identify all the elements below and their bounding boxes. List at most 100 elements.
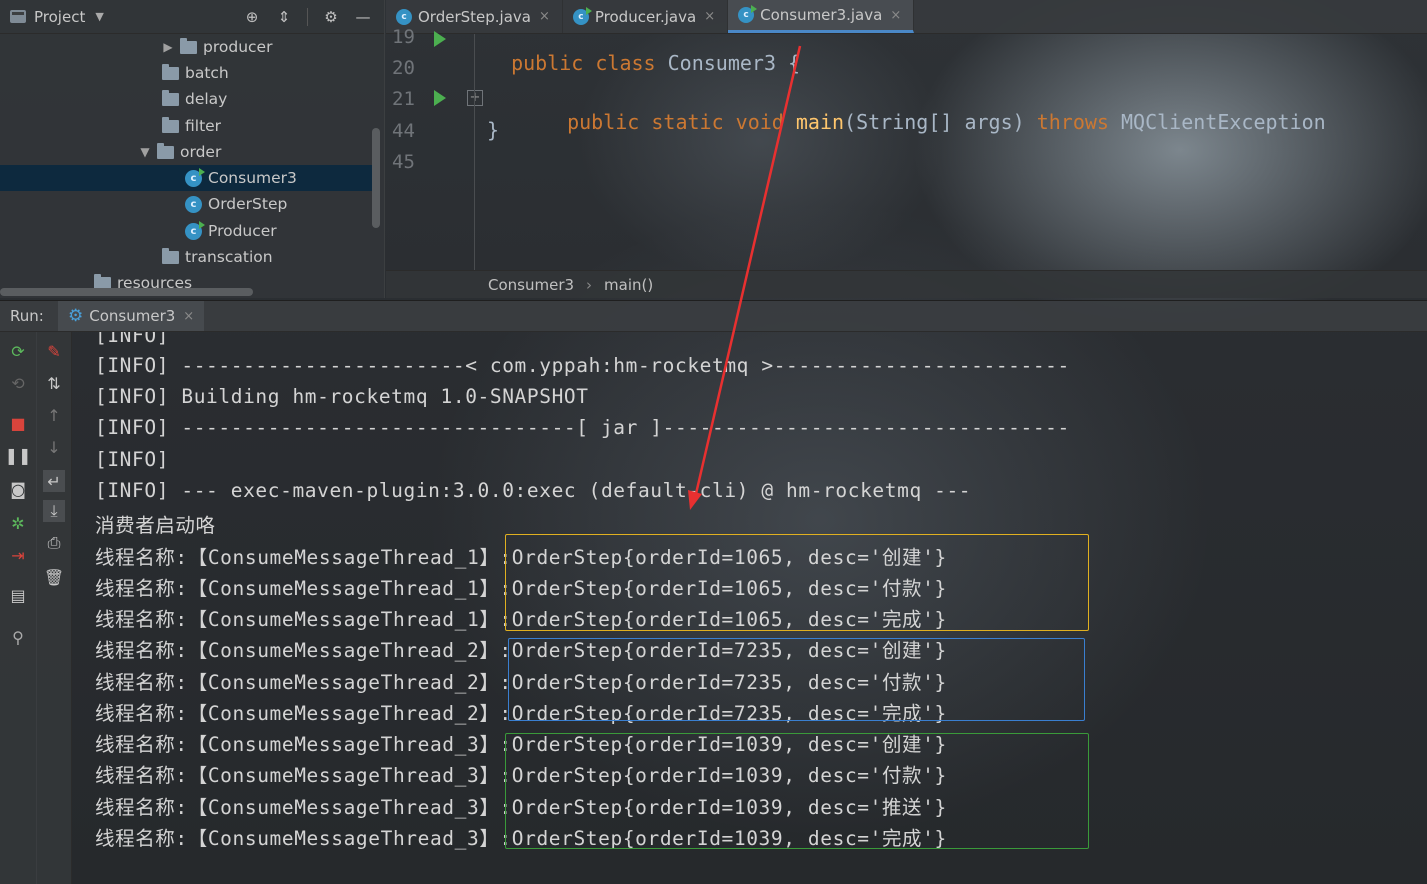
console-line: 消费者启动咯: [95, 514, 216, 537]
arrow-up-icon[interactable]: ↑: [43, 404, 65, 426]
tree-item-label: producer: [203, 38, 273, 56]
run-toolbar: ⟳ ⟲ ■ ❚❚ ◙ ✲ ⇥ ▤ ⚲ ✎ ⇅ ↑ ↓ ↵ ⤓ ⎙ 🗑: [0, 332, 72, 884]
run-config-gear-icon: ⚙: [68, 306, 84, 326]
expand-fold-icon[interactable]: +: [467, 90, 483, 106]
chevron-right-icon[interactable]: ▶: [160, 40, 176, 54]
soft-wrap-icon[interactable]: ↵: [43, 470, 65, 492]
tree-item-label: Producer: [208, 222, 277, 240]
java-class-icon: c: [185, 167, 205, 187]
line-number: 20: [392, 57, 415, 79]
project-header: Project ▼ ⊕ ⇕ ⚙ —: [0, 0, 384, 34]
line-number: 19: [392, 26, 415, 48]
editor-gutter: 19 20 21 44 45: [386, 26, 478, 270]
console-line: [INFO] --------------------------------[…: [95, 416, 1070, 439]
tree-item-label: batch: [185, 64, 229, 82]
tree-item-filter[interactable]: filter: [162, 113, 221, 139]
run-tab-label: Consumer3: [89, 307, 176, 325]
java-class-icon: c: [572, 6, 592, 25]
arrow-down-icon[interactable]: ↓: [43, 436, 65, 458]
collapse-all-icon[interactable]: ⇕: [275, 8, 293, 26]
folder-icon: [157, 142, 174, 159]
tree-item-label: order: [180, 143, 222, 161]
minimize-icon[interactable]: —: [354, 8, 372, 26]
tree-item-delay[interactable]: delay: [162, 86, 227, 112]
tree-item-label: filter: [185, 117, 222, 135]
tab-label: Producer.java: [594, 7, 697, 26]
console-line: [INFO]: [95, 448, 170, 471]
java-class-icon: c: [738, 5, 758, 23]
tree-item-consumer3[interactable]: c Consumer3: [0, 165, 380, 191]
code-line-21[interactable]: public static void main(String[] args) t…: [543, 86, 1326, 134]
tree-item-label: delay: [185, 90, 228, 108]
close-icon[interactable]: ×: [183, 309, 194, 324]
tree-item-order[interactable]: ▼ order: [137, 139, 221, 165]
console-line: [INFO] Building hm-rocketmq 1.0-SNAPSHOT: [95, 385, 589, 408]
tree-item-orderstep[interactable]: c OrderStep: [185, 191, 287, 217]
folder-icon: [162, 116, 179, 133]
line-number: 44: [392, 120, 415, 142]
highlight-box-thread-2: [508, 638, 1085, 721]
scroll-to-end-icon[interactable]: ⤓: [43, 500, 65, 522]
line-number: 21: [392, 88, 415, 110]
run-gutter-icon[interactable]: [434, 31, 446, 47]
tree-item-label: transcation: [185, 248, 273, 266]
close-icon[interactable]: ×: [539, 9, 550, 24]
chevron-down-icon[interactable]: ▼: [137, 145, 153, 159]
tree-item-producer[interactable]: ▶ producer: [160, 34, 272, 60]
pin-icon[interactable]: ⚲: [7, 626, 29, 648]
console-line: [INFO] -----------------------< com.yppa…: [95, 354, 1070, 377]
print-icon[interactable]: ⎙: [43, 532, 65, 554]
tree-item-transcation[interactable]: transcation: [162, 244, 273, 270]
tab-consumer3-java[interactable]: c Consumer3.java ×: [728, 0, 915, 33]
java-class-icon: c: [185, 220, 205, 240]
layout-icon[interactable]: ▤: [7, 584, 29, 606]
folder-icon: [162, 89, 179, 106]
folder-icon: [162, 63, 179, 80]
highlight-box-thread-3: [505, 733, 1089, 849]
tab-label: OrderStep.java: [418, 7, 531, 26]
rerun-icon[interactable]: ⟳: [7, 340, 29, 362]
folder-icon: [180, 37, 197, 54]
run-label: Run:: [10, 307, 44, 325]
debug-settings-icon[interactable]: ✲: [7, 512, 29, 534]
tree-item-label: Consumer3: [208, 169, 297, 187]
stop-icon[interactable]: ■: [7, 412, 29, 434]
tree-item-label: OrderStep: [208, 195, 288, 213]
close-icon[interactable]: ×: [704, 9, 715, 24]
gutter-divider: [474, 34, 475, 270]
java-class-icon: c: [185, 195, 202, 213]
locate-target-icon[interactable]: ⊕: [243, 8, 261, 26]
trash-icon[interactable]: 🗑: [43, 566, 65, 588]
breadcrumb: Consumer3 › main(): [386, 270, 1427, 298]
project-title[interactable]: Project: [34, 8, 85, 26]
run-gutter-icon[interactable]: [434, 90, 446, 106]
vertical-scrollbar[interactable]: [372, 128, 380, 228]
console-line: [INFO] --- exec-maven-plugin:3.0.0:exec …: [95, 479, 972, 502]
breadcrumb-separator: ›: [586, 275, 593, 294]
chevron-down-icon[interactable]: ▼: [95, 10, 103, 23]
line-number: 45: [392, 151, 415, 173]
camera-icon[interactable]: ◙: [7, 478, 29, 500]
close-icon[interactable]: ×: [890, 8, 901, 23]
tree-item-batch[interactable]: batch: [162, 60, 229, 86]
rerun-failed-icon[interactable]: ⟲: [7, 372, 29, 394]
tree-item-producer-class[interactable]: c Producer: [185, 218, 277, 244]
toolbar-divider: [307, 7, 308, 26]
toolbar-divider: [36, 332, 37, 884]
breadcrumb-method[interactable]: main(): [604, 276, 653, 294]
horizontal-scrollbar[interactable]: [0, 288, 253, 296]
run-header: Run: ⚙ Consumer3 ×: [0, 300, 1427, 332]
gear-icon[interactable]: ⚙: [322, 8, 340, 26]
tab-label: Consumer3.java: [760, 6, 883, 24]
breadcrumb-class[interactable]: Consumer3: [488, 276, 574, 294]
sort-icon[interactable]: ⇅: [43, 372, 65, 394]
clear-pencil-icon[interactable]: ✎: [43, 340, 65, 362]
java-class-icon: c: [396, 8, 412, 25]
tab-producer-java[interactable]: c Producer.java ×: [563, 0, 729, 33]
folder-icon: [162, 247, 179, 264]
pause-icon[interactable]: ❚❚: [5, 444, 32, 466]
run-tab-consumer3[interactable]: ⚙ Consumer3 ×: [58, 301, 205, 331]
code-line-44[interactable]: }: [487, 118, 499, 142]
project-view-icon: [10, 10, 26, 23]
exit-icon[interactable]: ⇥: [7, 544, 29, 566]
